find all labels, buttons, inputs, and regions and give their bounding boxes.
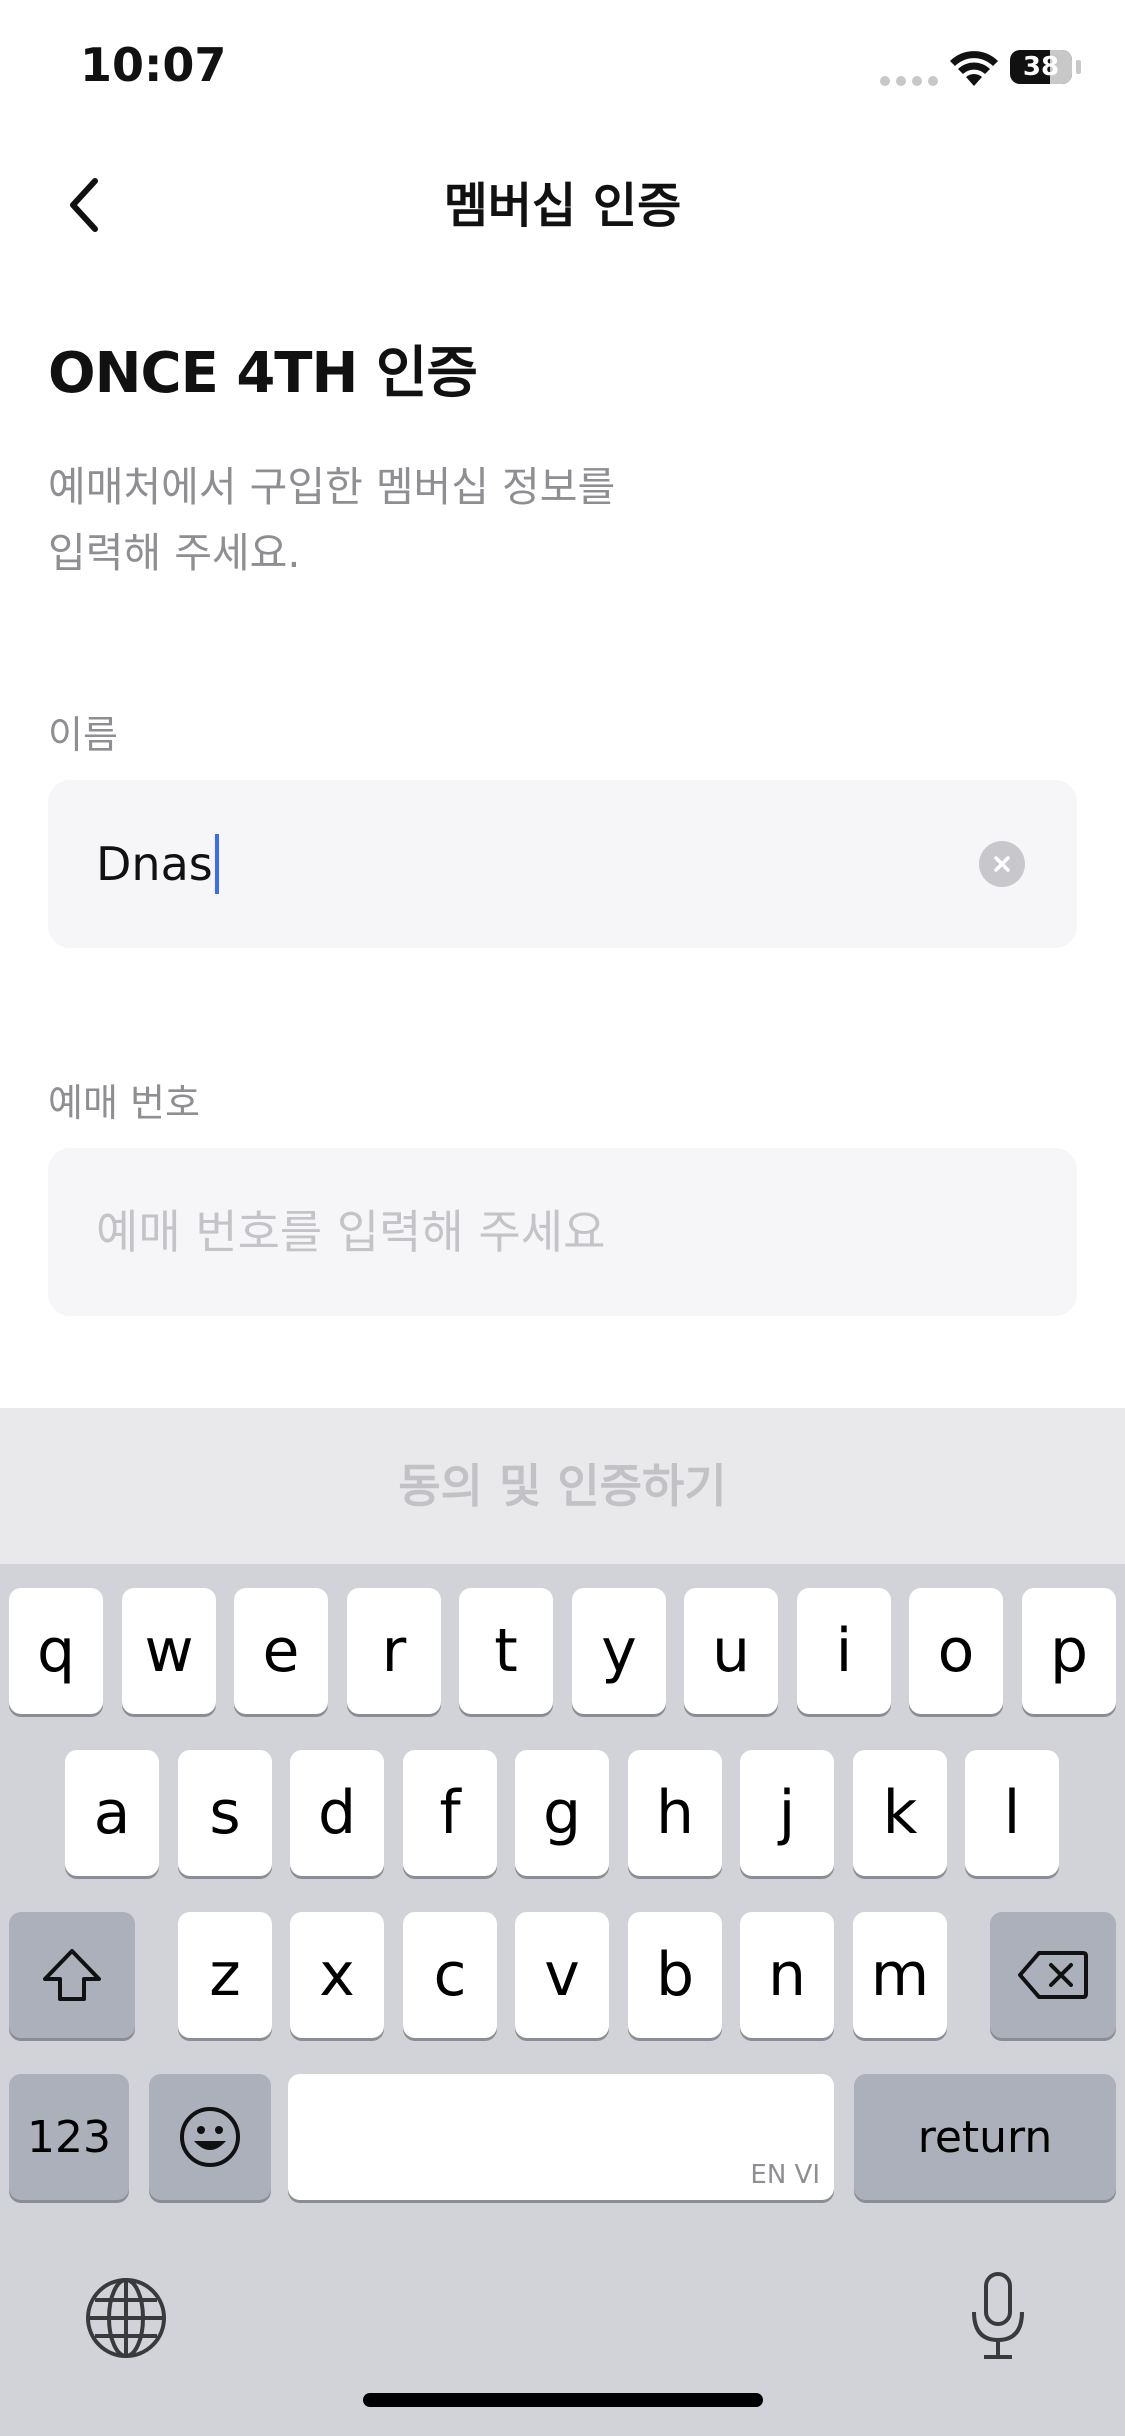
space-language-hint: EN VI <box>750 2160 820 2190</box>
description-line-2: 입력해 주세요. <box>48 529 301 577</box>
backspace-key[interactable] <box>990 1912 1116 2038</box>
globe-icon[interactable] <box>84 2276 168 2360</box>
key-t[interactable]: t <box>459 1588 553 1714</box>
key-s[interactable]: s <box>178 1750 272 1876</box>
wifi-icon <box>950 51 998 86</box>
key-p[interactable]: p <box>1022 1588 1116 1714</box>
key-h[interactable]: h <box>628 1750 722 1876</box>
key-j[interactable]: j <box>740 1750 834 1876</box>
emoji-icon <box>180 2107 240 2167</box>
ticket-label: 예매 번호 <box>48 1081 200 1125</box>
key-l[interactable]: l <box>965 1750 1059 1876</box>
signal-icon <box>880 76 938 86</box>
key-n[interactable]: n <box>740 1912 834 2038</box>
key-g[interactable]: g <box>515 1750 609 1876</box>
battery-icon: 38 <box>1010 50 1072 84</box>
key-b[interactable]: b <box>628 1912 722 2038</box>
key-o[interactable]: o <box>909 1588 1003 1714</box>
key-m[interactable]: m <box>853 1912 947 2038</box>
clear-icon[interactable] <box>979 841 1025 887</box>
shift-key[interactable] <box>9 1912 135 2038</box>
description-line-1: 예매처에서 구입한 멤버십 정보를 <box>48 463 616 511</box>
space-key[interactable]: EN VI <box>288 2074 834 2200</box>
page-heading: ONCE 4TH 인증 <box>48 341 478 406</box>
name-field-value: Dnas <box>96 780 219 948</box>
key-u[interactable]: u <box>684 1588 778 1714</box>
return-key[interactable]: return <box>854 2074 1116 2200</box>
key-i[interactable]: i <box>797 1588 891 1714</box>
name-field[interactable]: Dnas <box>48 780 1077 948</box>
key-f[interactable]: f <box>403 1750 497 1876</box>
home-indicator[interactable] <box>363 2393 763 2407</box>
key-q[interactable]: q <box>9 1588 103 1714</box>
key-e[interactable]: e <box>234 1588 328 1714</box>
battery-cap <box>1076 60 1081 74</box>
agree-verify-label: 동의 및 인증하기 <box>398 1459 727 1513</box>
ticket-number-placeholder: 예매 번호를 입력해 주세요 <box>96 1205 606 1259</box>
shift-icon <box>43 1949 101 2001</box>
key-z[interactable]: z <box>178 1912 272 2038</box>
key-y[interactable]: y <box>572 1588 666 1714</box>
battery-level: 38 <box>1022 52 1060 82</box>
key-c[interactable]: c <box>403 1912 497 2038</box>
status-bar: 10:07 38 <box>0 0 1125 140</box>
name-input-text: Dnas <box>96 837 213 891</box>
keyboard: q w e r t y u i o p a s d f g h j k l z … <box>0 1564 1125 2436</box>
key-k[interactable]: k <box>853 1750 947 1876</box>
text-caret <box>214 834 219 894</box>
page-description: 예매처에서 구입한 멤버십 정보를 입력해 주세요. <box>48 454 615 586</box>
microphone-icon[interactable] <box>968 2270 1028 2362</box>
key-v[interactable]: v <box>515 1912 609 2038</box>
backspace-icon <box>1018 1951 1088 1999</box>
key-a[interactable]: a <box>65 1750 159 1876</box>
key-w[interactable]: w <box>122 1588 216 1714</box>
key-x[interactable]: x <box>290 1912 384 2038</box>
numbers-key[interactable]: 123 <box>9 2074 129 2200</box>
emoji-key[interactable] <box>149 2074 271 2200</box>
agree-verify-button[interactable]: 동의 및 인증하기 <box>0 1408 1125 1564</box>
name-label: 이름 <box>48 713 118 757</box>
key-d[interactable]: d <box>290 1750 384 1876</box>
nav-title: 멤버십 인증 <box>443 178 682 234</box>
ticket-number-field[interactable]: 예매 번호를 입력해 주세요 <box>48 1148 1077 1316</box>
key-r[interactable]: r <box>347 1588 441 1714</box>
status-time: 10:07 <box>80 38 227 92</box>
